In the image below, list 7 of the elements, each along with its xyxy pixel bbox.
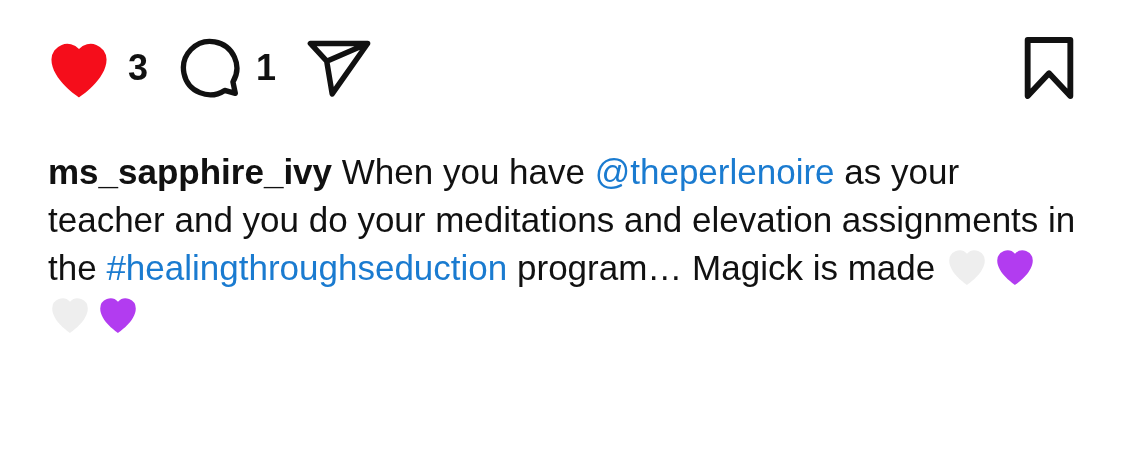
like-count: 3 xyxy=(128,47,149,89)
post-caption: ms_sapphire_ivy When you have @theperlenoire as your teacher and you do your meditations and elevation assignments in the #healingthroughseduction program… Magick is made xyxy=(48,148,1078,340)
comment-icon[interactable] xyxy=(178,36,243,100)
mention-link[interactable]: @theperlenoire xyxy=(594,152,835,191)
send-icon[interactable] xyxy=(306,38,373,98)
hashtag-link[interactable]: #healingthroughseduction xyxy=(106,248,508,287)
comment-count: 1 xyxy=(256,47,277,89)
